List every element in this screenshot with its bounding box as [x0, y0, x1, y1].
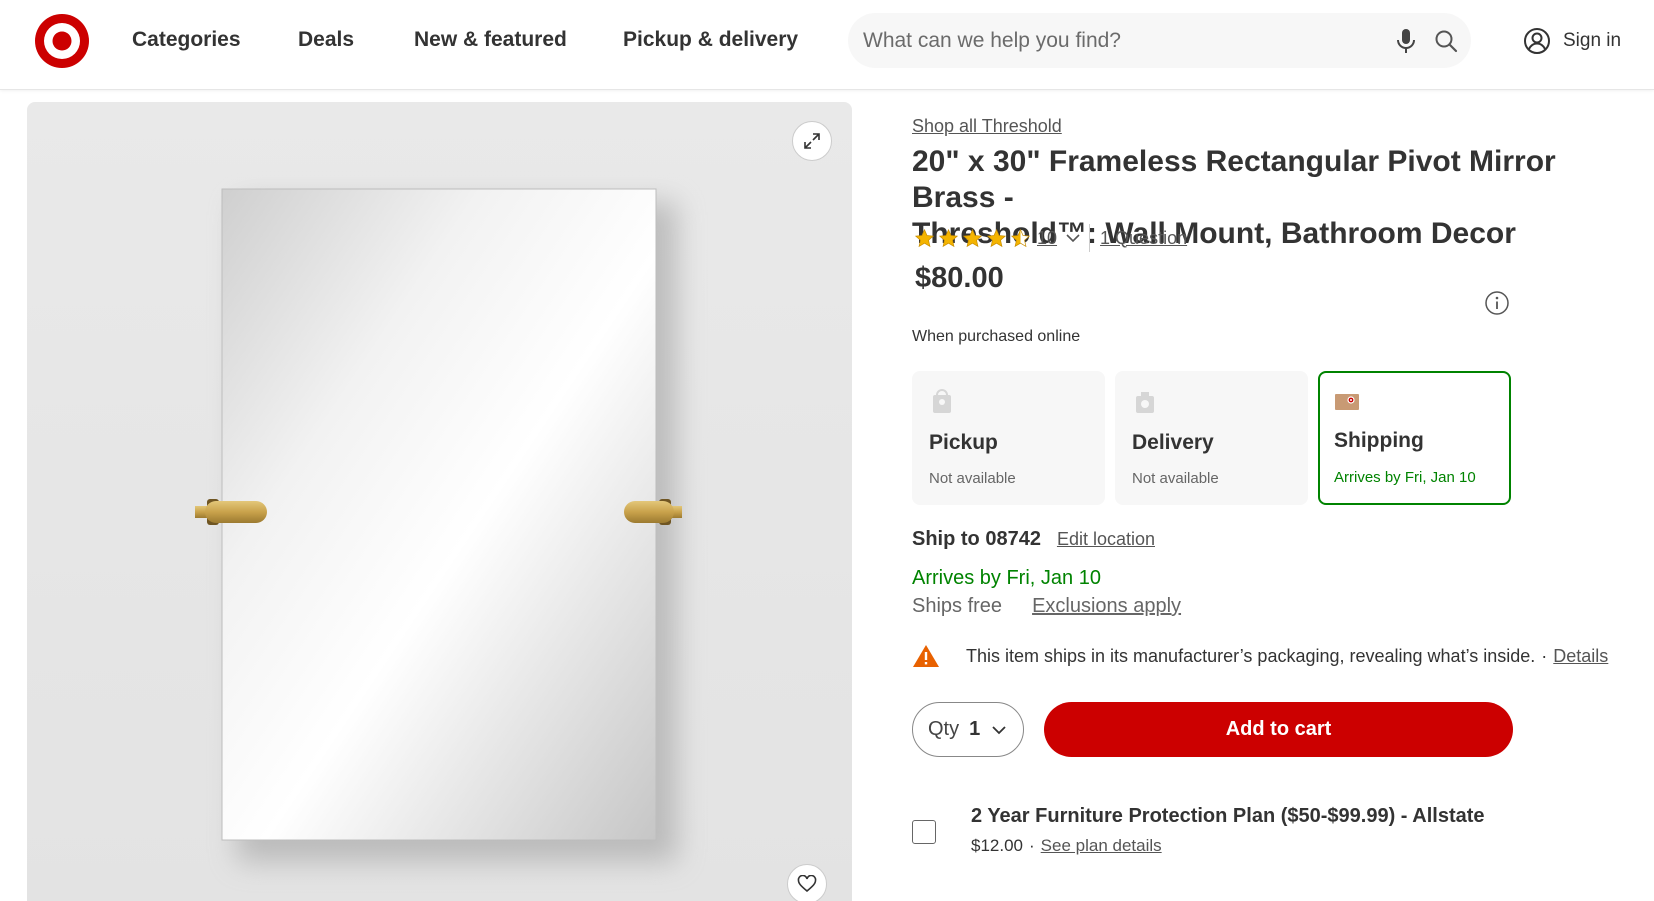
star-icon	[962, 228, 983, 247]
search-input[interactable]	[863, 13, 1363, 68]
shipping-box-icon	[1335, 394, 1359, 410]
sign-in-label: Sign in	[1563, 30, 1622, 51]
product-image-gallery[interactable]	[27, 102, 852, 901]
ships-free-row: Ships free Exclusions apply	[912, 595, 1181, 618]
fulfillment-title: Shipping	[1334, 429, 1424, 452]
edit-location-link[interactable]: Edit location	[1057, 529, 1155, 550]
divider	[1089, 224, 1091, 252]
search-icon[interactable]	[1433, 28, 1459, 54]
questions-link[interactable]: 1 Question	[1100, 228, 1187, 249]
expand-icon	[804, 133, 820, 149]
product-price: $80.00	[915, 262, 1004, 294]
product-title-line1: 20" x 30" Frameless Rectangular Pivot Mi…	[912, 145, 1556, 214]
ship-to-row: Ship to 08742 Edit location	[912, 528, 1155, 551]
separator-dot: ·	[1029, 836, 1035, 855]
store-icon	[933, 389, 951, 413]
nav-pickup-delivery[interactable]: Pickup & delivery	[623, 28, 798, 52]
qty-value: 1	[969, 718, 981, 740]
half-star-icon	[1010, 228, 1031, 247]
separator-dot: ·	[1541, 645, 1548, 666]
fulfillment-status: Not available	[1132, 470, 1219, 487]
microphone-icon[interactable]	[1393, 27, 1419, 55]
see-plan-details-link[interactable]: See plan details	[1041, 836, 1162, 856]
quantity-select[interactable]: Qty 1	[912, 702, 1024, 757]
nav-new-featured[interactable]: New & featured	[414, 28, 567, 52]
search-bar	[848, 13, 1471, 68]
target-logo-icon[interactable]	[35, 14, 89, 68]
product-image	[195, 188, 682, 862]
ship-to-zip: Ship to 08742	[912, 528, 1041, 550]
fulfillment-status: Not available	[929, 470, 1016, 487]
fulfillment-title: Pickup	[929, 431, 998, 454]
sign-in-button[interactable]: Sign in	[1523, 26, 1621, 56]
ships-free-label: Ships free	[912, 595, 1003, 617]
fulfillment-status: Arrives by Fri, Jan 10	[1334, 469, 1476, 486]
heart-icon	[797, 875, 817, 893]
protection-plan-title: 2 Year Furniture Protection Plan ($50-$9…	[971, 805, 1485, 827]
review-count-link[interactable]: 10	[1037, 228, 1057, 249]
star-rating[interactable]	[914, 228, 1031, 249]
qty-label: Qty	[928, 718, 960, 740]
star-icon	[986, 228, 1007, 247]
delivery-icon	[1136, 392, 1154, 413]
expand-image-button[interactable]	[792, 121, 832, 161]
exclusions-link[interactable]: Exclusions apply	[1032, 595, 1181, 618]
chevron-down-icon[interactable]	[1065, 230, 1081, 246]
protection-plan-price: $12.00	[971, 836, 1023, 855]
rating-row: 10 1 Question	[914, 224, 1187, 252]
fulfillment-delivery-card[interactable]: Delivery Not available	[1115, 371, 1308, 505]
star-icon	[914, 228, 935, 247]
favorite-button[interactable]	[787, 864, 827, 901]
add-to-cart-button[interactable]: Add to cart	[1044, 702, 1513, 757]
nav-deals[interactable]: Deals	[298, 28, 354, 52]
fulfillment-title: Delivery	[1132, 431, 1214, 454]
chevron-down-icon	[992, 725, 1006, 734]
details-link[interactable]: Details	[1553, 646, 1608, 667]
site-header: Categories Deals New & featured Pickup &…	[0, 0, 1654, 90]
nav-categories[interactable]: Categories	[132, 28, 241, 52]
shop-all-brand-link[interactable]: Shop all Threshold	[912, 116, 1062, 137]
warning-icon	[913, 645, 939, 667]
packaging-warning: This item ships in its manufacturer’s pa…	[912, 643, 1608, 669]
fulfillment-pickup-card[interactable]: Pickup Not available	[912, 371, 1105, 505]
info-icon[interactable]	[1484, 290, 1510, 316]
star-icon	[938, 228, 959, 247]
purchased-online-note: When purchased online	[912, 328, 1081, 345]
account-icon	[1524, 28, 1550, 54]
protection-plan-price-row: $12.00 · See plan details	[971, 836, 1162, 856]
arrival-date: Arrives by Fri, Jan 10	[912, 567, 1101, 589]
fulfillment-shipping-card[interactable]: Shipping Arrives by Fri, Jan 10	[1318, 371, 1511, 505]
protection-plan-checkbox[interactable]	[912, 820, 936, 844]
warning-text: This item ships in its manufacturer’s pa…	[966, 645, 1536, 666]
